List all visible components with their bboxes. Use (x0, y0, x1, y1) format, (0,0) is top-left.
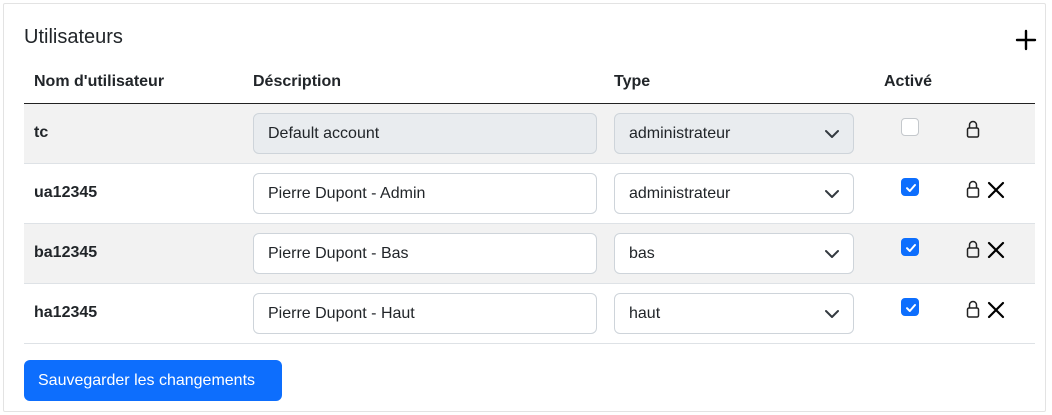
lock-icon[interactable] (966, 240, 980, 258)
table-row: tc administrateur (24, 104, 1035, 164)
plus-icon (1015, 29, 1037, 51)
active-checkbox (901, 118, 919, 136)
lock-icon[interactable] (966, 300, 980, 318)
table-row: ba12345 bas (24, 224, 1035, 284)
checkmark-icon (906, 304, 916, 312)
table-row: ha12345 haut (24, 284, 1035, 344)
table-row: ua12345 administrateur (24, 164, 1035, 224)
chevron-down-icon (825, 130, 839, 138)
checkmark-icon (906, 244, 916, 252)
username-cell: ba12345 (34, 244, 98, 261)
description-field[interactable] (253, 293, 597, 334)
chevron-down-icon (825, 250, 839, 258)
description-field (253, 113, 597, 154)
type-select-value: administrateur (629, 185, 731, 202)
checkmark-icon (906, 184, 916, 192)
type-select: administrateur (614, 113, 854, 154)
chevron-down-icon (825, 190, 839, 198)
users-table: Nom d'utilisateur Déscription Type Activ… (24, 64, 1035, 344)
lock-icon[interactable] (966, 120, 980, 138)
column-header-username: Nom d'utilisateur (34, 73, 165, 90)
users-panel: Utilisateurs Nom d'utilisateur Déscripti… (3, 3, 1046, 412)
type-select[interactable]: bas (614, 233, 854, 274)
active-checkbox[interactable] (901, 298, 919, 316)
active-checkbox[interactable] (901, 178, 919, 196)
active-checkbox[interactable] (901, 238, 919, 256)
save-changes-button[interactable]: Sauvegarder les changements (24, 360, 282, 401)
type-select-value: administrateur (629, 125, 731, 142)
panel-title: Utilisateurs (24, 26, 123, 48)
description-field[interactable] (253, 173, 597, 214)
table-header: Nom d'utilisateur Déscription Type Activ… (24, 64, 1035, 104)
column-header-description: Déscription (253, 73, 342, 90)
column-header-active: Activé (884, 73, 933, 90)
type-select-value: haut (629, 305, 661, 322)
description-field[interactable] (253, 233, 597, 274)
username-cell: ua12345 (34, 184, 98, 201)
close-icon[interactable] (987, 181, 1005, 199)
type-select[interactable]: haut (614, 293, 854, 334)
chevron-down-icon (825, 310, 839, 318)
type-select-value: bas (629, 245, 655, 262)
type-select[interactable]: administrateur (614, 173, 854, 214)
username-cell: tc (34, 124, 49, 141)
lock-icon[interactable] (966, 180, 980, 198)
add-user-button[interactable] (1014, 28, 1038, 52)
username-cell: ha12345 (34, 304, 98, 321)
column-header-type: Type (614, 73, 651, 90)
close-icon[interactable] (987, 241, 1005, 259)
close-icon[interactable] (987, 301, 1005, 319)
